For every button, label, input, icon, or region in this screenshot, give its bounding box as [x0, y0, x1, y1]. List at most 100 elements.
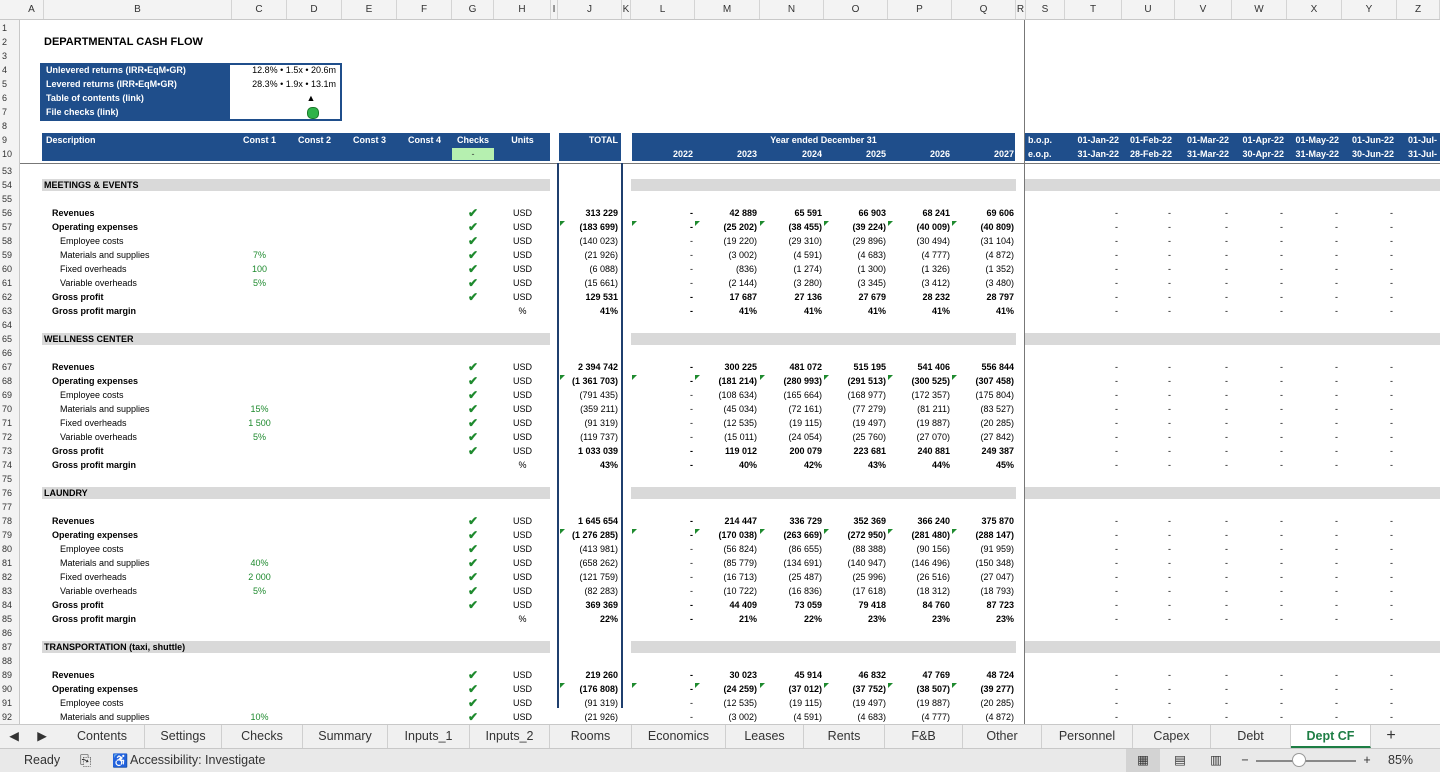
year-value[interactable]: (168 977) [824, 388, 888, 402]
month-value[interactable]: - [1232, 514, 1287, 528]
month-value[interactable]: - [1287, 584, 1342, 598]
month-value[interactable]: - [1342, 542, 1397, 556]
year-value[interactable]: 336 729 [760, 514, 824, 528]
units-value[interactable]: USD [494, 514, 551, 528]
column-header[interactable]: R [1016, 0, 1026, 19]
month-value[interactable]: - [1342, 528, 1397, 542]
month-value[interactable]: - [1122, 416, 1175, 430]
sheet-tab[interactable]: Inputs_2 [470, 725, 550, 748]
month-value[interactable]: - [1287, 710, 1342, 724]
month-value[interactable]: - [1342, 514, 1397, 528]
const-1-value[interactable]: 2 000 [232, 570, 287, 584]
month-value[interactable]: - [1232, 528, 1287, 542]
row-header[interactable]: 58 [0, 234, 19, 248]
month-value[interactable]: - [1175, 234, 1232, 248]
month-value[interactable]: - [1065, 430, 1122, 444]
row-header[interactable]: 69 [0, 388, 19, 402]
total-value[interactable]: 1 033 039 [558, 444, 620, 458]
month-value[interactable]: - [1065, 514, 1122, 528]
year-value[interactable]: (26 516) [888, 570, 952, 584]
total-value[interactable]: (658 262) [558, 556, 620, 570]
month-value[interactable]: - [1232, 612, 1287, 626]
year-value[interactable]: - [631, 360, 695, 374]
row-header[interactable]: 65 [0, 332, 19, 346]
month-value[interactable]: - [1342, 682, 1397, 696]
year-value[interactable]: 44% [888, 458, 952, 472]
column-header[interactable]: F [397, 0, 452, 19]
month-value[interactable]: - [1065, 262, 1122, 276]
row-header[interactable]: 9 [0, 133, 19, 147]
year-value[interactable]: (165 664) [760, 388, 824, 402]
month-value[interactable]: - [1232, 234, 1287, 248]
units-value[interactable]: % [494, 458, 551, 472]
total-value[interactable]: 369 369 [558, 598, 620, 612]
month-value[interactable]: - [1342, 668, 1397, 682]
year-value[interactable]: 48 724 [952, 668, 1016, 682]
month-value[interactable]: - [1232, 402, 1287, 416]
year-value[interactable]: 66 903 [824, 206, 888, 220]
total-value[interactable]: 129 531 [558, 290, 620, 304]
month-value[interactable]: - [1342, 444, 1397, 458]
row-header[interactable]: 81 [0, 556, 19, 570]
year-value[interactable]: 481 072 [760, 360, 824, 374]
month-value[interactable]: - [1175, 528, 1232, 542]
year-value[interactable]: (38 455) [760, 220, 824, 234]
sheet-tab[interactable]: Economics [632, 725, 726, 748]
total-value[interactable]: 2 394 742 [558, 360, 620, 374]
year-value[interactable]: (3 480) [952, 276, 1016, 290]
year-value[interactable]: - [631, 206, 695, 220]
column-header[interactable]: P [888, 0, 952, 19]
row-label[interactable]: Materials and supplies [60, 556, 150, 570]
month-value[interactable]: - [1287, 542, 1342, 556]
month-value[interactable]: - [1175, 612, 1232, 626]
row-header[interactable]: 68 [0, 374, 19, 388]
month-value[interactable]: - [1232, 458, 1287, 472]
year-value[interactable]: 41% [952, 304, 1016, 318]
year-value[interactable]: (12 535) [695, 696, 759, 710]
month-value[interactable]: - [1065, 360, 1122, 374]
year-value[interactable]: 46 832 [824, 668, 888, 682]
row-header[interactable]: 66 [0, 346, 19, 360]
year-value[interactable]: (263 669) [760, 528, 824, 542]
year-value[interactable]: (37 012) [760, 682, 824, 696]
year-value[interactable]: - [631, 304, 695, 318]
month-value[interactable]: - [1232, 220, 1287, 234]
total-value[interactable]: (21 926) [558, 710, 620, 724]
row-header[interactable]: 6 [0, 91, 19, 105]
year-value[interactable]: 541 406 [888, 360, 952, 374]
month-value[interactable]: - [1287, 374, 1342, 388]
year-value[interactable]: 352 369 [824, 514, 888, 528]
month-value[interactable]: - [1175, 682, 1232, 696]
spreadsheet-grid[interactable]: ABCDEFGHIJKLMNOPQRSTUVWXYZ 1 2 3 4 5 6 7 8 9 10 53… [0, 0, 1440, 724]
row-label[interactable]: Operating expenses [52, 220, 138, 234]
row-label[interactable]: Gross profit [52, 290, 104, 304]
row-header[interactable]: 86 [0, 626, 19, 640]
total-value[interactable]: (176 808) [558, 682, 620, 696]
units-value[interactable]: USD [494, 402, 551, 416]
units-value[interactable]: USD [494, 696, 551, 710]
year-value[interactable]: - [631, 234, 695, 248]
column-header[interactable]: C [232, 0, 287, 19]
total-value[interactable]: (91 319) [558, 416, 620, 430]
month-value[interactable]: - [1122, 220, 1175, 234]
column-header[interactable]: G [452, 0, 494, 19]
month-value[interactable]: - [1232, 584, 1287, 598]
year-value[interactable]: (1 274) [760, 262, 824, 276]
row-label[interactable]: Variable overheads [60, 276, 137, 290]
row-label[interactable]: Revenues [52, 668, 95, 682]
year-value[interactable]: 27 679 [824, 290, 888, 304]
const-1-value[interactable]: 5% [232, 276, 287, 290]
total-value[interactable]: (21 926) [558, 248, 620, 262]
year-value[interactable]: (91 959) [952, 542, 1016, 556]
month-value[interactable]: - [1122, 458, 1175, 472]
month-value[interactable]: - [1232, 248, 1287, 262]
row-header[interactable]: 71 [0, 416, 19, 430]
month-value[interactable]: - [1175, 374, 1232, 388]
row-label[interactable]: Employee costs [60, 234, 124, 248]
month-value[interactable]: - [1175, 276, 1232, 290]
total-value[interactable]: (82 283) [558, 584, 620, 598]
year-value[interactable]: - [631, 570, 695, 584]
month-value[interactable]: - [1287, 430, 1342, 444]
month-value[interactable]: - [1175, 696, 1232, 710]
year-value[interactable]: 23% [888, 612, 952, 626]
